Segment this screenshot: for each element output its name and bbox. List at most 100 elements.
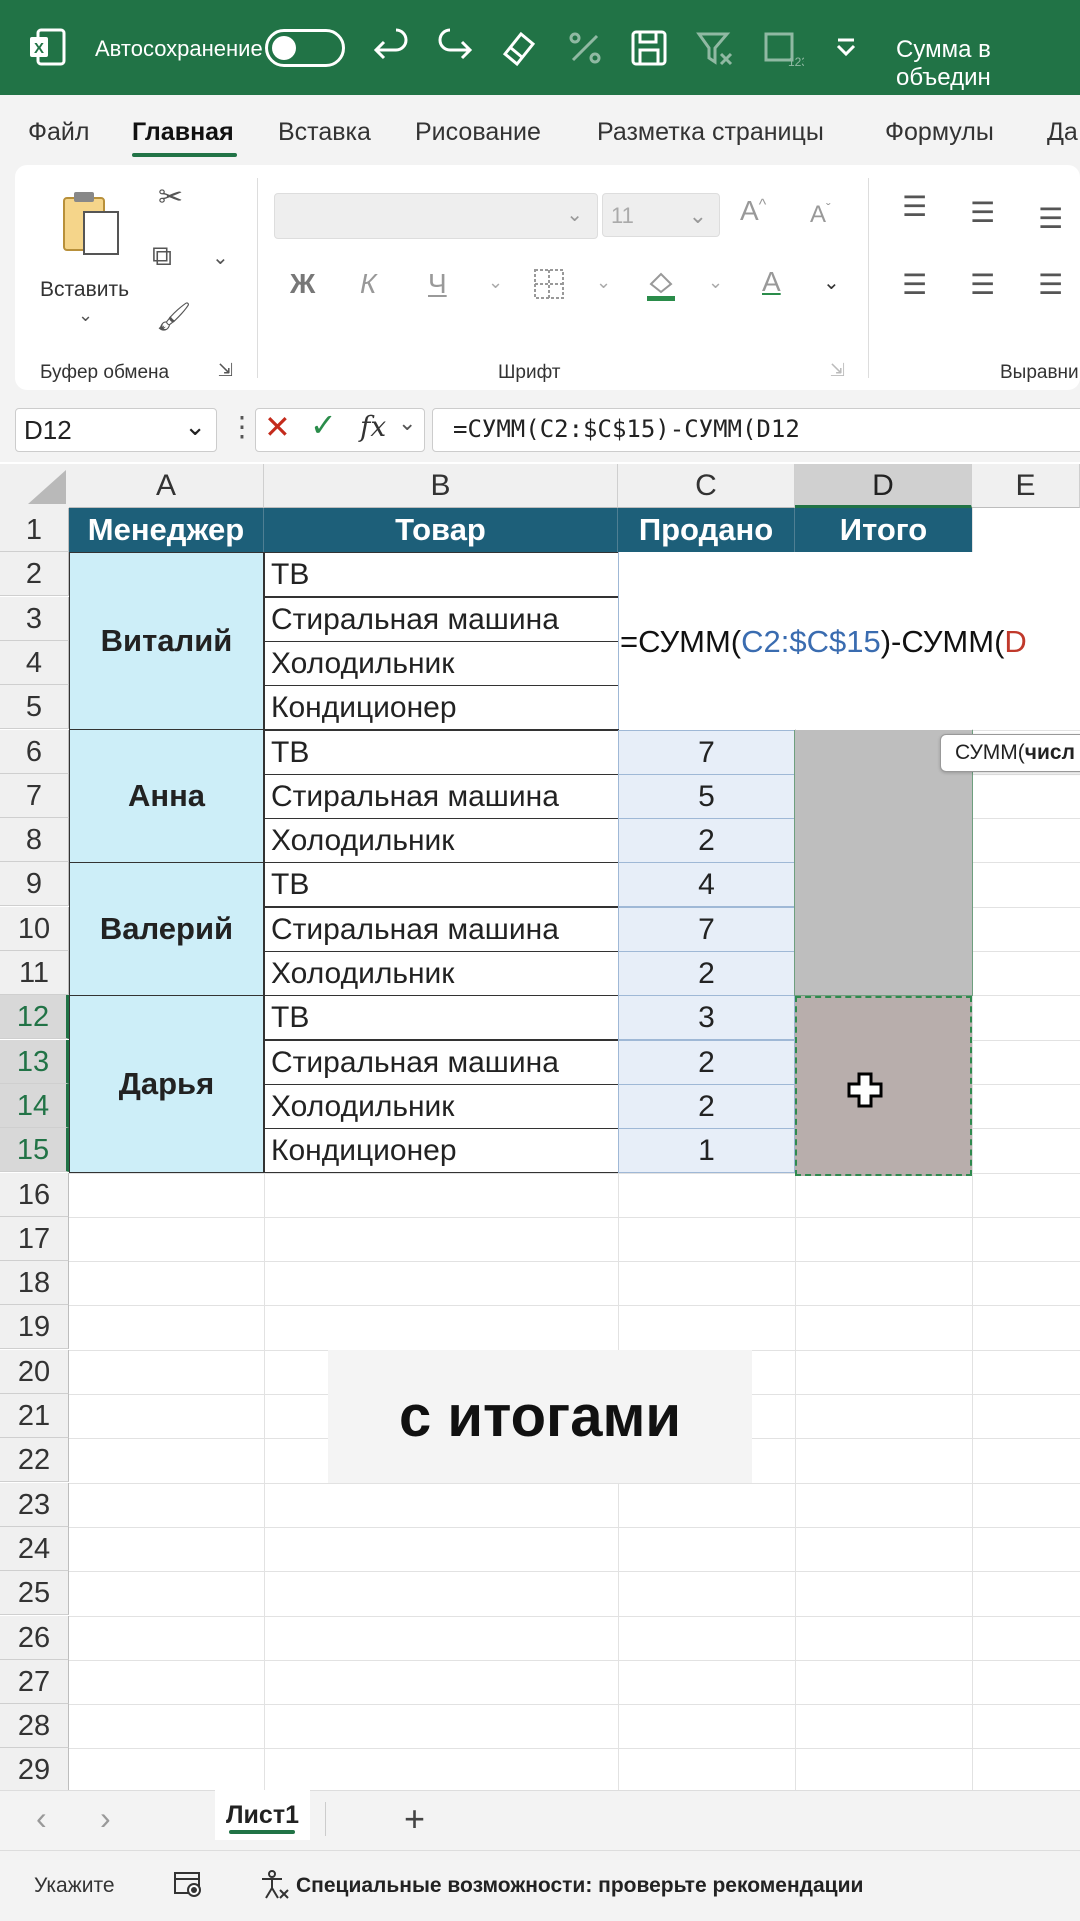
row-header-2[interactable]: 2 — [0, 552, 69, 596]
copy-icon[interactable]: ⧉ — [152, 240, 172, 273]
row-header-11[interactable]: 11 — [0, 951, 69, 995]
increase-font-icon[interactable]: A^ — [740, 195, 766, 227]
row-header-29[interactable]: 29 — [0, 1748, 69, 1792]
accessibility-icon[interactable] — [258, 1868, 290, 1900]
number-format-icon[interactable]: 123 — [760, 26, 804, 70]
paste-dropdown-chevron-icon[interactable]: ⌄ — [78, 305, 93, 326]
manager-cell[interactable]: Дарья — [69, 995, 264, 1173]
function-tooltip[interactable]: СУММ(числ — [940, 734, 1080, 772]
more-options-icon[interactable]: ⋮ — [228, 410, 256, 443]
product-cell[interactable]: Стиральная машина — [264, 1040, 619, 1085]
row-header-17[interactable]: 17 — [0, 1217, 69, 1261]
row-header-8[interactable]: 8 — [0, 818, 69, 862]
row-header-12[interactable]: 12 — [0, 995, 69, 1039]
decrease-font-icon[interactable]: Aˇ — [810, 200, 831, 229]
product-cell[interactable]: ТВ — [264, 862, 619, 907]
product-cell[interactable]: Стиральная машина — [264, 774, 619, 819]
row-header-3[interactable]: 3 — [0, 597, 69, 641]
row-header-27[interactable]: 27 — [0, 1660, 69, 1704]
tab-data[interactable]: Да — [1047, 118, 1078, 147]
header-product[interactable]: Товар — [264, 508, 618, 552]
manager-cell[interactable]: Валерий — [69, 862, 264, 996]
clipboard-launcher-icon[interactable]: ⇲ — [218, 360, 233, 381]
row-header-24[interactable]: 24 — [0, 1527, 69, 1571]
row-header-15[interactable]: 15 — [0, 1128, 69, 1172]
header-total[interactable]: Итого — [795, 508, 972, 552]
product-cell[interactable]: ТВ — [264, 995, 619, 1040]
row-header-19[interactable]: 19 — [0, 1305, 69, 1349]
align-right-icon[interactable]: ☰ — [1038, 268, 1063, 301]
product-cell[interactable]: Кондиционер — [264, 1128, 619, 1173]
font-size-combo[interactable]: 11 ⌄ — [602, 193, 720, 237]
font-color-dropdown-icon[interactable]: ⌄ — [823, 270, 840, 295]
sheet-tab-active[interactable]: Лист1 — [215, 1790, 310, 1840]
fill-color-icon[interactable] — [643, 266, 679, 302]
font-launcher-icon[interactable]: ⇲ — [830, 360, 845, 381]
product-cell[interactable]: Холодильник — [264, 641, 619, 686]
row-header-26[interactable]: 26 — [0, 1616, 69, 1660]
cut-icon[interactable]: ✂ — [158, 180, 183, 215]
underline-dropdown-icon[interactable]: ⌄ — [488, 272, 503, 293]
sold-cell[interactable]: 2 — [618, 818, 795, 863]
add-sheet-button[interactable]: + — [404, 1798, 425, 1840]
row-header-9[interactable]: 9 — [0, 862, 69, 906]
row-header-14[interactable]: 14 — [0, 1084, 69, 1128]
eraser-icon[interactable] — [497, 26, 541, 70]
product-cell[interactable]: Стиральная машина — [264, 907, 619, 952]
prev-sheet-icon[interactable]: ‹ — [36, 1800, 47, 1837]
sold-cell[interactable]: 3 — [618, 995, 795, 1040]
row-header-28[interactable]: 28 — [0, 1704, 69, 1748]
macro-recording-icon[interactable] — [172, 1868, 204, 1900]
tab-page-layout[interactable]: Разметка страницы — [597, 118, 824, 147]
row-header-4[interactable]: 4 — [0, 641, 69, 685]
font-name-combo[interactable]: ⌄ — [274, 193, 598, 239]
bold-button[interactable]: Ж — [290, 268, 315, 300]
header-manager[interactable]: Менеджер — [69, 508, 264, 552]
row-header-22[interactable]: 22 — [0, 1438, 69, 1482]
confirm-formula-icon[interactable]: ✓ — [310, 406, 337, 444]
row-header-5[interactable]: 5 — [0, 685, 69, 729]
save-icon[interactable] — [627, 26, 671, 70]
name-box-dropdown-icon[interactable]: ⌄ — [184, 411, 206, 442]
align-left-icon[interactable]: ☰ — [902, 268, 927, 301]
sold-cell[interactable]: 2 — [618, 1084, 795, 1129]
cancel-formula-icon[interactable]: ✕ — [264, 408, 291, 446]
column-header-d[interactable]: D — [795, 464, 972, 508]
column-header-e[interactable]: E — [972, 464, 1080, 508]
paste-button-label[interactable]: Вставить — [40, 278, 129, 302]
product-cell[interactable]: ТВ — [264, 730, 619, 775]
select-all-corner[interactable] — [0, 464, 69, 508]
autosave-toggle[interactable] — [265, 29, 345, 67]
tab-formulas[interactable]: Формулы — [885, 118, 994, 147]
header-sold[interactable]: Продано — [618, 508, 795, 552]
column-header-b[interactable]: B — [264, 464, 618, 508]
chevron-down-icon[interactable] — [826, 26, 870, 70]
sold-cell[interactable]: 2 — [618, 1040, 795, 1085]
sold-cell[interactable]: 7 — [618, 907, 795, 952]
tab-draw[interactable]: Рисование — [415, 118, 541, 147]
paste-icon[interactable] — [60, 188, 122, 258]
row-header-18[interactable]: 18 — [0, 1261, 69, 1305]
row-header-10[interactable]: 10 — [0, 907, 69, 951]
row-header-13[interactable]: 13 — [0, 1040, 69, 1084]
fx-dropdown-icon[interactable]: ⌄ — [398, 410, 416, 436]
row-header-23[interactable]: 23 — [0, 1483, 69, 1527]
name-box[interactable]: D12 ⌄ — [15, 408, 217, 452]
product-cell[interactable]: Холодильник — [264, 951, 619, 996]
excel-logo-icon[interactable]: X — [28, 28, 66, 66]
accessibility-status[interactable]: Специальные возможности: проверьте реком… — [296, 1874, 863, 1898]
align-center-icon[interactable]: ☰ — [970, 268, 995, 301]
sold-cell[interactable]: 2 — [618, 951, 795, 996]
product-cell[interactable]: Кондиционер — [264, 685, 619, 730]
italic-button[interactable]: К — [360, 268, 377, 300]
manager-cell[interactable]: Виталий — [69, 552, 264, 730]
formula-input[interactable]: =СУММ(C2:$C$15)-СУММ(D12 — [432, 408, 1080, 452]
tab-home[interactable]: Главная — [132, 118, 234, 147]
sold-cell[interactable]: 1 — [618, 1128, 795, 1173]
tab-insert[interactable]: Вставка — [278, 118, 371, 147]
column-header-c[interactable]: C — [618, 464, 795, 508]
copy-dropdown-icon[interactable]: ⌄ — [212, 245, 229, 270]
insert-function-icon[interactable]: fx — [360, 410, 386, 443]
manager-cell[interactable]: Анна — [69, 729, 264, 863]
percent-icon[interactable] — [563, 26, 607, 70]
